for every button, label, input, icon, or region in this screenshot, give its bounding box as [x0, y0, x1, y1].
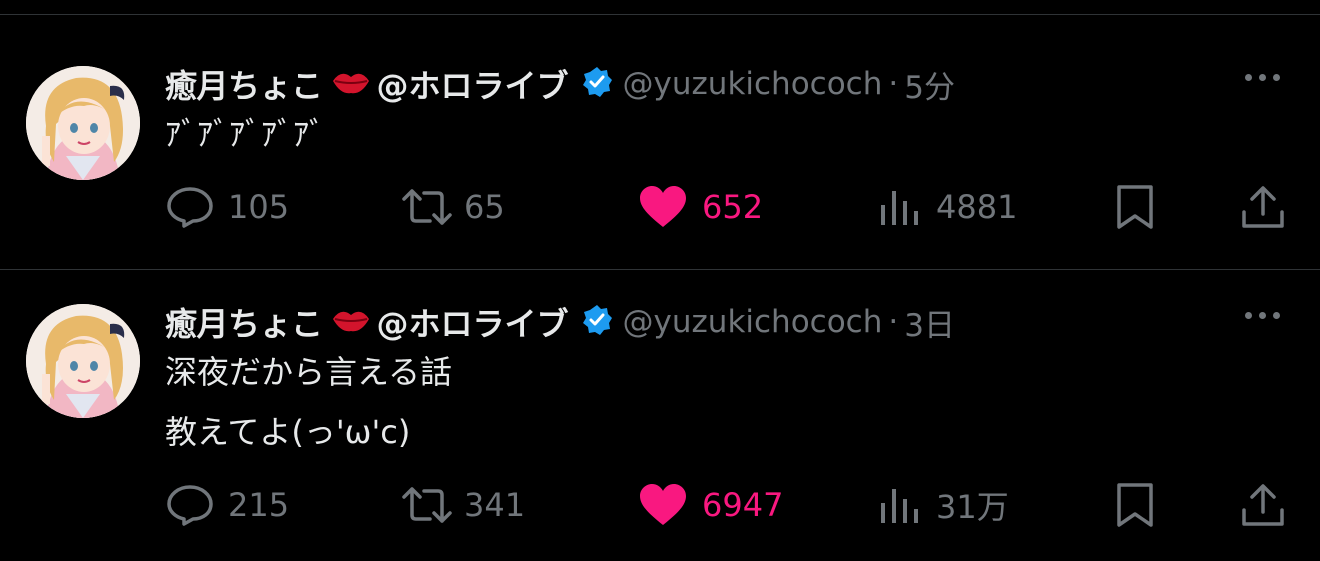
more-options-button[interactable]: [1245, 74, 1280, 81]
tweet-header: 癒月ちょこ @ホロライブ @yuzukichococh · 5分: [165, 60, 955, 108]
avatar[interactable]: [26, 66, 140, 180]
reply-icon: [167, 187, 213, 228]
reply-count: 105: [228, 188, 290, 226]
reply-count: 215: [228, 486, 290, 524]
tweet-divider: [0, 269, 1320, 270]
retweet-count: 341: [464, 486, 526, 524]
tweet[interactable]: 癒月ちょこ @ホロライブ @yuzukichococh · 5分 ｱﾞｱﾞｱﾞｱ…: [0, 60, 1320, 268]
avatar-image: [26, 304, 140, 418]
view-count: 31万: [936, 488, 1009, 526]
verified-badge-icon: [581, 304, 613, 340]
dot-icon: [1245, 312, 1252, 319]
handle[interactable]: @yuzukichococh: [623, 304, 883, 340]
affiliation[interactable]: @ホロライブ: [377, 61, 569, 107]
views-button[interactable]: 31万: [878, 480, 1009, 530]
reply-icon: [167, 485, 213, 526]
retweet-count: 65: [464, 188, 505, 226]
heart-icon: [640, 484, 686, 525]
bookmark-icon: [1117, 185, 1153, 229]
bookmark-icon: [1117, 483, 1153, 527]
dot-icon: [1259, 312, 1266, 319]
like-count: 652: [702, 188, 764, 226]
dot-icon: [1245, 74, 1252, 81]
dot-icon: [1273, 312, 1280, 319]
tweet-line: ｱﾞｱﾞｱﾞｱﾞｱﾞ: [165, 115, 326, 153]
like-count: 6947: [702, 486, 784, 524]
views-icon: [881, 191, 918, 225]
display-name[interactable]: 癒月ちょこ: [165, 299, 323, 345]
tweet-line: 教えてよ(っ'ω'c): [165, 413, 411, 451]
share-icon: [1242, 186, 1284, 228]
tweet-text: ｱﾞｱﾞｱﾞｱﾞｱﾞ: [165, 104, 325, 164]
kiss-mark-icon: [331, 305, 371, 339]
avatar-image: [26, 66, 140, 180]
separator: ·: [888, 304, 899, 340]
reply-button[interactable]: 215: [166, 480, 289, 530]
retweet-icon: [402, 487, 452, 523]
timestamp[interactable]: 5分: [904, 62, 955, 107]
dot-icon: [1273, 74, 1280, 81]
share-button[interactable]: [1240, 182, 1286, 232]
retweet-button[interactable]: 341: [400, 480, 525, 530]
heart-icon: [640, 186, 686, 227]
views-button[interactable]: 4881: [878, 182, 1017, 232]
timestamp[interactable]: 3日: [904, 300, 955, 345]
like-button[interactable]: 6947: [638, 480, 783, 530]
handle[interactable]: @yuzukichococh: [623, 66, 883, 102]
bookmark-button[interactable]: [1114, 480, 1156, 530]
tweet-header: 癒月ちょこ @ホロライブ @yuzukichococh · 3日: [165, 298, 955, 346]
view-count: 4881: [936, 188, 1018, 226]
tweet[interactable]: 癒月ちょこ @ホロライブ @yuzukichococh · 3日 深夜だから言え…: [0, 298, 1320, 558]
verified-badge-icon: [581, 66, 613, 102]
avatar[interactable]: [26, 304, 140, 418]
top-divider: [0, 14, 1320, 15]
bookmark-button[interactable]: [1114, 182, 1156, 232]
views-icon: [881, 489, 918, 523]
retweet-icon: [402, 189, 452, 225]
more-options-button[interactable]: [1245, 312, 1280, 319]
action-bar: 105 65 652 4881: [0, 182, 1320, 232]
like-button[interactable]: 652: [638, 182, 763, 232]
share-button[interactable]: [1240, 480, 1286, 530]
retweet-button[interactable]: 65: [400, 182, 505, 232]
share-icon: [1242, 484, 1284, 526]
action-bar: 215 341 6947 31万: [0, 480, 1320, 530]
tweet-line: 深夜だから言える話: [165, 353, 453, 391]
reply-button[interactable]: 105: [166, 182, 289, 232]
affiliation[interactable]: @ホロライブ: [377, 299, 569, 345]
kiss-mark-icon: [331, 67, 371, 101]
dot-icon: [1259, 74, 1266, 81]
separator: ·: [888, 66, 899, 102]
display-name[interactable]: 癒月ちょこ: [165, 61, 323, 107]
tweet-text: 深夜だから言える話 教えてよ(っ'ω'c): [165, 342, 452, 462]
